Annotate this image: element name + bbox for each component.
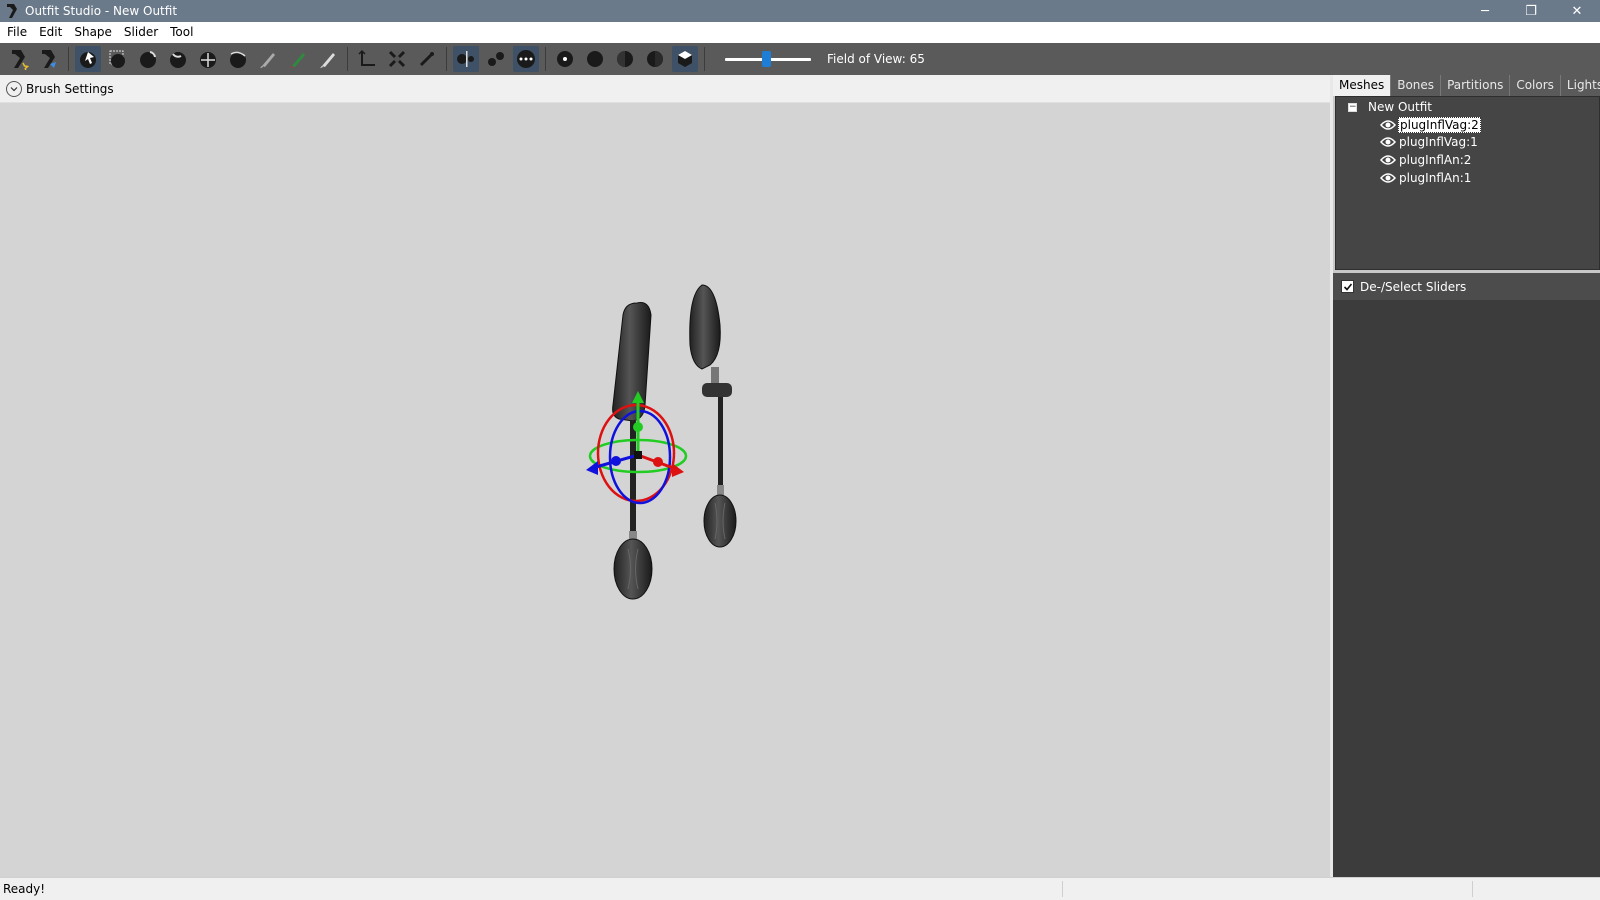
- brush-settings-bar[interactable]: Brush Settings: [0, 75, 1330, 103]
- eye-icon[interactable]: [1380, 136, 1396, 148]
- tab-partitions[interactable]: Partitions: [1441, 75, 1511, 96]
- brush-settings-label: Brush Settings: [26, 81, 114, 96]
- menu-file[interactable]: File: [0, 22, 33, 43]
- menu-shape[interactable]: Shape: [68, 22, 118, 43]
- tree-root[interactable]: − New Outfit: [1348, 100, 1432, 114]
- pivot-tool-icon[interactable]: [384, 46, 410, 72]
- mesh-plug-right[interactable]: [689, 284, 737, 548]
- status-divider: [1062, 881, 1063, 897]
- app-logo-icon: [7, 4, 17, 18]
- weight-brush-icon[interactable]: [255, 46, 281, 72]
- vertex-edit-icon[interactable]: [414, 46, 440, 72]
- toolbar: Field of View: 65: [0, 43, 1600, 75]
- tree-item[interactable]: plugInflVag:2: [1380, 117, 1481, 133]
- global-brush-icon[interactable]: [513, 46, 539, 72]
- right-panel: Meshes Bones Partitions Colors Lights − …: [1330, 75, 1600, 877]
- fov-label: Field of View: 65: [827, 52, 925, 66]
- mesh-plug-left[interactable]: [612, 302, 653, 600]
- tab-colors[interactable]: Colors: [1510, 75, 1561, 96]
- collapse-icon[interactable]: −: [1348, 102, 1357, 112]
- transform-tool-icon[interactable]: [354, 46, 380, 72]
- inflate-brush-icon[interactable]: [135, 46, 161, 72]
- color-brush-icon[interactable]: [285, 46, 311, 72]
- menu-edit[interactable]: Edit: [33, 22, 68, 43]
- alpha-brush-icon[interactable]: [315, 46, 341, 72]
- window-title: Outfit Studio - New Outfit: [25, 4, 178, 18]
- mesh-tree[interactable]: − New Outfit plugInflVag:2 plugInflVag:1…: [1335, 96, 1600, 270]
- sliders-header-label: De-/Select Sliders: [1360, 279, 1467, 294]
- chevron-down-icon[interactable]: [6, 80, 22, 97]
- tab-meshes[interactable]: Meshes: [1333, 75, 1392, 96]
- menu-bar: File Edit Shape Slider Tool: [0, 22, 1600, 43]
- show-wireframe-icon[interactable]: [582, 46, 608, 72]
- show-vertices-icon[interactable]: [552, 46, 578, 72]
- restore-button[interactable]: ❐: [1508, 0, 1554, 22]
- fov-slider-thumb[interactable]: [762, 51, 771, 67]
- minimize-button[interactable]: ─: [1462, 0, 1508, 22]
- eye-icon[interactable]: [1380, 119, 1396, 131]
- status-bar: Ready!: [0, 877, 1600, 900]
- title-bar: Outfit Studio - New Outfit ─ ❐ ✕: [0, 0, 1600, 22]
- fov-slider[interactable]: [725, 50, 811, 68]
- show-mask-icon[interactable]: [672, 46, 698, 72]
- connected-only-icon[interactable]: [483, 46, 509, 72]
- tree-item-label: plugInflVag:1: [1399, 135, 1478, 149]
- sliders-panel: De-/Select Sliders: [1333, 273, 1600, 877]
- tree-item-label: plugInflAn:1: [1399, 171, 1472, 185]
- status-divider: [1472, 881, 1473, 897]
- mask-brush-icon[interactable]: [105, 46, 131, 72]
- tree-root-label: New Outfit: [1368, 100, 1433, 114]
- eye-icon[interactable]: [1380, 172, 1396, 184]
- scene-render: [586, 284, 737, 600]
- panel-tabs: Meshes Bones Partitions Colors Lights: [1333, 75, 1600, 96]
- 3d-viewport[interactable]: [0, 103, 1330, 877]
- deflate-brush-icon[interactable]: [165, 46, 191, 72]
- open-project-icon[interactable]: [36, 46, 62, 72]
- close-button[interactable]: ✕: [1554, 0, 1600, 22]
- tab-bones[interactable]: Bones: [1391, 75, 1442, 96]
- sliders-header: De-/Select Sliders: [1333, 273, 1600, 300]
- toggle-lighting-icon[interactable]: [612, 46, 638, 72]
- tree-item[interactable]: plugInflAn:2: [1380, 153, 1472, 167]
- eye-icon[interactable]: [1380, 154, 1396, 166]
- move-brush-icon[interactable]: [195, 46, 221, 72]
- tree-item[interactable]: plugInflAn:1: [1380, 171, 1472, 185]
- toggle-textures-icon[interactable]: [642, 46, 668, 72]
- tab-lights[interactable]: Lights: [1561, 75, 1600, 96]
- menu-tool[interactable]: Tool: [164, 22, 199, 43]
- menu-slider[interactable]: Slider: [118, 22, 164, 43]
- tree-item-label: plugInflAn:2: [1399, 153, 1472, 167]
- smooth-brush-icon[interactable]: [225, 46, 251, 72]
- new-project-icon[interactable]: [6, 46, 32, 72]
- select-sliders-checkbox[interactable]: [1341, 280, 1354, 293]
- tree-item-label: plugInflVag:2: [1398, 117, 1481, 133]
- select-brush-icon[interactable]: [75, 46, 101, 72]
- x-mirror-icon[interactable]: [453, 46, 479, 72]
- viewport-area: Brush Settings: [0, 75, 1330, 877]
- status-text: Ready!: [3, 882, 46, 896]
- tree-item[interactable]: plugInflVag:1: [1380, 135, 1479, 149]
